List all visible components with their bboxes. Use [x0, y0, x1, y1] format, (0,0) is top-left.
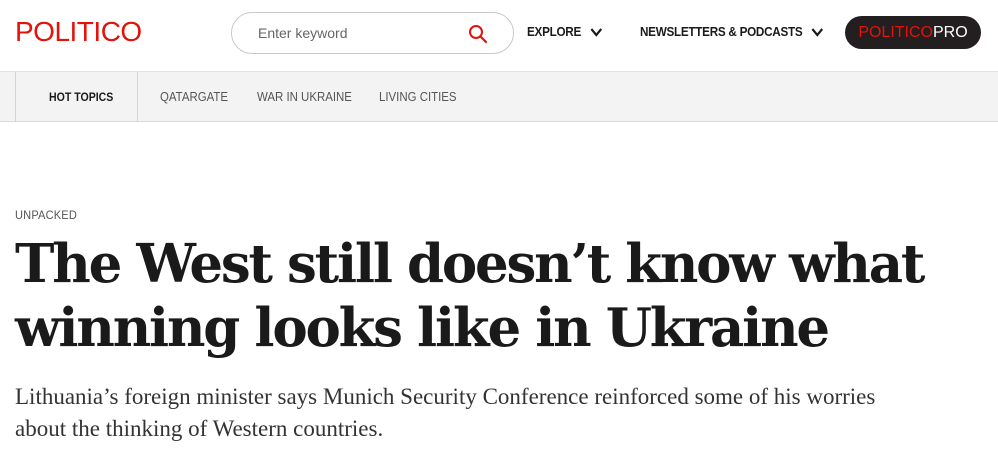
- search-icon[interactable]: [468, 24, 488, 44]
- pro-button-label-pro: PRO: [933, 23, 968, 41]
- hot-topics-bar: HOT TOPICS QATARGATE WAR IN UKRAINE LIVI…: [0, 71, 998, 122]
- topic-link-qatargate[interactable]: QATARGATE: [160, 89, 228, 104]
- politico-logo[interactable]: POLITICO: [15, 16, 142, 48]
- article-kicker[interactable]: UNPACKED: [15, 208, 77, 222]
- newsletters-label: NEWSLETTERS & PODCASTS: [640, 24, 803, 39]
- chevron-down-icon: [590, 27, 603, 37]
- search-input[interactable]: [258, 23, 458, 43]
- pro-button-label-politico: POLITICO: [858, 23, 933, 41]
- divider: [137, 72, 138, 122]
- site-header: POLITICO EXPLORE NEWSLETTERS & PODCASTS …: [0, 0, 998, 68]
- topic-link-war-in-ukraine[interactable]: WAR IN UKRAINE: [257, 89, 352, 104]
- topic-link-living-cities[interactable]: LIVING CITIES: [379, 89, 457, 104]
- politico-pro-button[interactable]: POLITICO PRO: [845, 16, 981, 49]
- explore-menu[interactable]: EXPLORE: [527, 24, 603, 39]
- divider: [15, 72, 16, 122]
- article-dek: Lithuania’s foreign minister says Munich…: [15, 384, 876, 441]
- chevron-down-icon: [811, 27, 824, 37]
- newsletters-podcasts-menu[interactable]: NEWSLETTERS & PODCASTS: [640, 24, 824, 39]
- article-headline: The West still doesn’t know what winning…: [15, 233, 925, 359]
- search-box[interactable]: [231, 12, 514, 54]
- explore-label: EXPLORE: [527, 24, 582, 39]
- hot-topics-label: HOT TOPICS: [49, 90, 114, 104]
